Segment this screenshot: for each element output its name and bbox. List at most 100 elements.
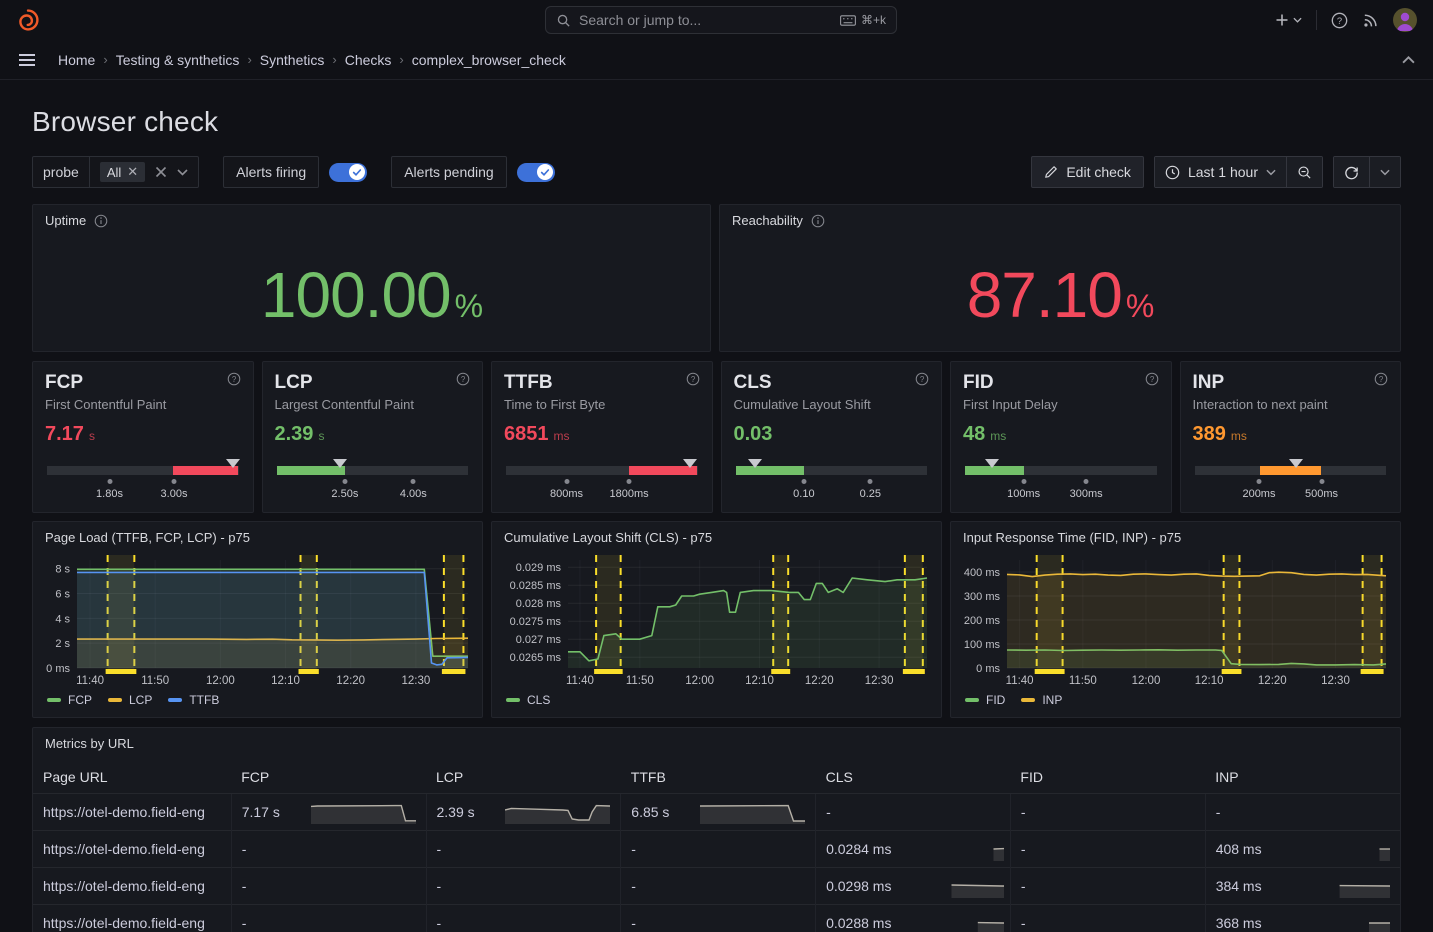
probe-filter-chip[interactable]: All ✕ xyxy=(100,162,145,182)
column-header-inp[interactable]: INP xyxy=(1205,761,1400,794)
legend-item-inp[interactable]: INP xyxy=(1021,693,1062,707)
chevron-up-icon[interactable] xyxy=(1402,56,1415,64)
breadcrumb-item[interactable]: Synthetics xyxy=(260,52,325,68)
gauge-value: 7.17s xyxy=(45,423,241,446)
gauge-value: 389ms xyxy=(1193,423,1389,446)
metric-value: - xyxy=(631,841,636,857)
threshold-tick xyxy=(172,479,177,484)
panel-title[interactable]: Page Load (TTFB, FCP, LCP) - p75 xyxy=(45,530,250,545)
threshold-label: 0.10 xyxy=(793,488,814,500)
help-icon[interactable]: ? xyxy=(456,372,470,386)
metric-cell: - xyxy=(426,831,621,868)
info-icon[interactable] xyxy=(811,214,825,228)
news-feed-icon[interactable] xyxy=(1362,12,1379,29)
svg-text:12:00: 12:00 xyxy=(206,675,235,687)
column-header-ttfb[interactable]: TTFB xyxy=(621,761,816,794)
panel-title[interactable]: Cumulative Layout Shift (CLS) - p75 xyxy=(504,530,712,545)
threshold-label: 0.25 xyxy=(860,488,881,500)
search-box[interactable]: ⌘+k xyxy=(545,6,897,34)
help-icon[interactable]: ? xyxy=(1374,372,1388,386)
help-icon[interactable]: ? xyxy=(686,372,700,386)
table-row: https://otel-demo.field-eng---0.0284 ms-… xyxy=(33,831,1400,868)
chart-plot-area[interactable]: 0 ms100 ms200 ms300 ms400 ms11:4011:5012… xyxy=(957,553,1394,689)
threshold-label: 1.80s xyxy=(96,488,123,500)
metric-cell: 368 ms xyxy=(1205,905,1400,932)
metric-cell: 2.39 s xyxy=(426,794,621,831)
add-new-button[interactable] xyxy=(1274,12,1302,28)
help-icon[interactable]: ? xyxy=(227,372,241,386)
gauge-value-marker xyxy=(1289,459,1303,468)
user-avatar[interactable] xyxy=(1393,8,1417,32)
top-navigation: ⌘+k ? xyxy=(0,0,1433,40)
gauge-bar: 2.50s4.00s xyxy=(275,460,471,506)
grafana-logo-icon[interactable] xyxy=(16,8,40,32)
gauge-bar: 0.10 0.25 xyxy=(734,460,930,506)
metric-cell: 0.0288 ms xyxy=(816,905,1011,932)
panel-title[interactable]: Metrics by URL xyxy=(45,736,134,751)
help-icon[interactable]: ? xyxy=(1145,372,1159,386)
stat-unit: % xyxy=(1126,288,1153,325)
legend-item-ttfb[interactable]: TTFB xyxy=(168,693,219,707)
time-range-picker[interactable]: Last 1 hour xyxy=(1155,157,1286,187)
legend-swatch xyxy=(168,698,182,702)
search-input[interactable] xyxy=(579,12,832,28)
threshold-label: 1800ms xyxy=(610,488,649,500)
breadcrumb-item[interactable]: Home xyxy=(58,52,95,68)
stat-panel-uptime: Uptime100.00% xyxy=(32,204,711,352)
gauge-subtitle: First Contentful Paint xyxy=(45,397,241,412)
menu-icon[interactable] xyxy=(18,53,36,67)
gauge-unit: ms xyxy=(990,429,1006,443)
column-header-page-url[interactable]: Page URL xyxy=(33,761,231,794)
breadcrumb-separator: › xyxy=(247,52,251,67)
breadcrumb-item[interactable]: Testing & synthetics xyxy=(116,52,240,68)
threshold-label: 3.00s xyxy=(161,488,188,500)
info-icon[interactable] xyxy=(94,214,108,228)
probe-filter-label: probe xyxy=(33,157,90,187)
remove-chip-icon[interactable]: ✕ xyxy=(127,164,138,180)
svg-text:11:40: 11:40 xyxy=(1006,675,1034,687)
page-url-cell: https://otel-demo.field-eng xyxy=(33,794,231,831)
chart-panel: Page Load (TTFB, FCP, LCP) - p75 0 ms2 s4… xyxy=(32,521,483,718)
help-icon[interactable]: ? xyxy=(1331,12,1348,29)
column-header-fid[interactable]: FID xyxy=(1010,761,1205,794)
refresh-interval-dropdown[interactable] xyxy=(1369,157,1400,187)
legend-item-cls[interactable]: CLS xyxy=(506,693,550,707)
metric-cell: 0.0298 ms xyxy=(816,868,1011,905)
panel-title[interactable]: Input Response Time (FID, INP) - p75 xyxy=(963,530,1181,545)
breadcrumb-item[interactable]: complex_browser_check xyxy=(412,52,566,68)
alerts-firing-toggle[interactable] xyxy=(329,163,367,182)
chart-plot-area[interactable]: 0.0265 ms0.027 ms0.0275 ms0.028 ms0.0285… xyxy=(498,553,935,689)
chart-plot-area[interactable]: 0 ms2 s4 s6 s8 s11:4011:5012:0012:1012:2… xyxy=(39,553,476,689)
column-header-lcp[interactable]: LCP xyxy=(426,761,621,794)
gauge-subtitle: Time to First Byte xyxy=(504,397,700,412)
column-header-fcp[interactable]: FCP xyxy=(231,761,426,794)
svg-text:?: ? xyxy=(920,375,925,384)
svg-text:12:30: 12:30 xyxy=(1321,675,1350,687)
metric-value: - xyxy=(242,915,247,931)
chevron-down-icon[interactable] xyxy=(177,169,188,176)
breadcrumb-separator: › xyxy=(399,52,403,67)
clear-filter-icon[interactable] xyxy=(155,166,167,178)
svg-text:400 ms: 400 ms xyxy=(964,567,1001,579)
legend-item-fid[interactable]: FID xyxy=(965,693,1005,707)
breadcrumb-item[interactable]: Checks xyxy=(345,52,392,68)
panel-title[interactable]: Reachability xyxy=(732,213,803,228)
probe-filter[interactable]: probe All ✕ xyxy=(32,156,199,188)
metric-value: 0.0298 ms xyxy=(826,878,891,894)
chart-panel: Cumulative Layout Shift (CLS) - p75 0.026… xyxy=(491,521,942,718)
legend-item-lcp[interactable]: LCP xyxy=(108,693,152,707)
gauge-subtitle: First Input Delay xyxy=(963,397,1159,412)
metric-value: - xyxy=(826,804,831,820)
panel-title[interactable]: Uptime xyxy=(45,213,86,228)
legend-item-fcp[interactable]: FCP xyxy=(47,693,92,707)
threshold-tick xyxy=(1319,479,1324,484)
column-header-cls[interactable]: CLS xyxy=(816,761,1011,794)
help-icon[interactable]: ? xyxy=(915,372,929,386)
zoom-out-button[interactable] xyxy=(1286,157,1322,187)
page-url-cell: https://otel-demo.field-eng xyxy=(33,831,231,868)
metric-value: 368 ms xyxy=(1216,915,1262,931)
alerts-pending-toggle[interactable] xyxy=(517,163,555,182)
chart-legend: CLS xyxy=(492,689,941,717)
refresh-button[interactable] xyxy=(1334,157,1369,187)
edit-check-button[interactable]: Edit check xyxy=(1031,156,1144,188)
